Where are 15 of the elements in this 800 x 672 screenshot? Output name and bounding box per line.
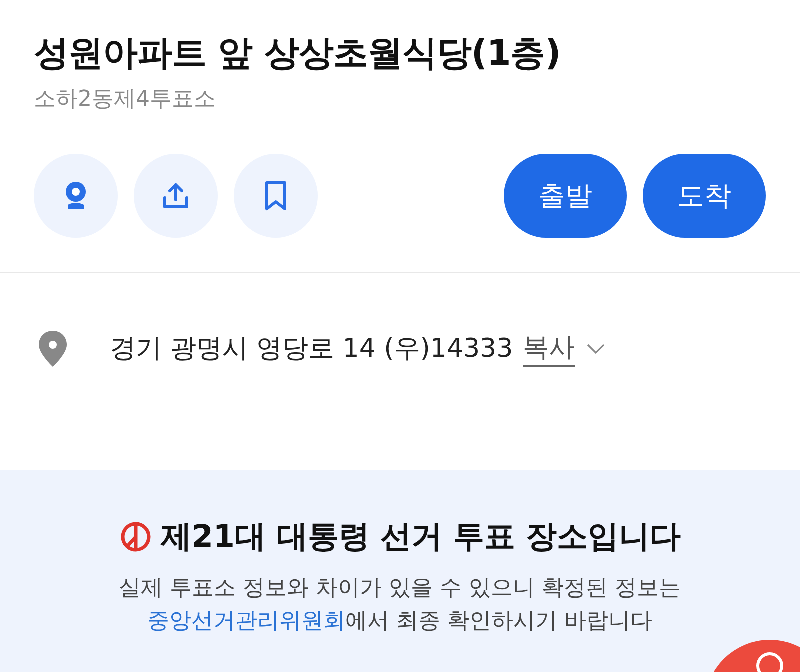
route-button[interactable]: 출발: [504, 154, 627, 238]
copy-link[interactable]: 복사: [523, 330, 576, 367]
chevron-icon[interactable]: [585, 342, 608, 356]
camera-icon: [63, 180, 89, 210]
place-subtitle: 소하2동제4투표소: [34, 86, 217, 114]
address-text: 경기 광명시 영당로 14 (우)14333: [110, 333, 514, 366]
notice-text: 실제 투표소 정보와 차이가 있을 수 있으니 확정된 정보는 중앙선거관리위원회에서 최종 확인하시기 바랍니다: [119, 575, 681, 636]
vote-mark-icon: [118, 520, 153, 554]
notice-heading: 제21대 대통령 선거 투표 장소입니다: [160, 518, 682, 557]
place-title: 성원아파트 앞 상상초월식당(1층): [34, 33, 562, 76]
bookmark-icon: [263, 180, 289, 212]
location-pin-icon: [36, 328, 70, 368]
commission-link[interactable]: 중앙선거관리위원회: [148, 609, 346, 634]
route-button[interactable]: 도착: [643, 154, 766, 238]
share-icon: [161, 180, 191, 210]
